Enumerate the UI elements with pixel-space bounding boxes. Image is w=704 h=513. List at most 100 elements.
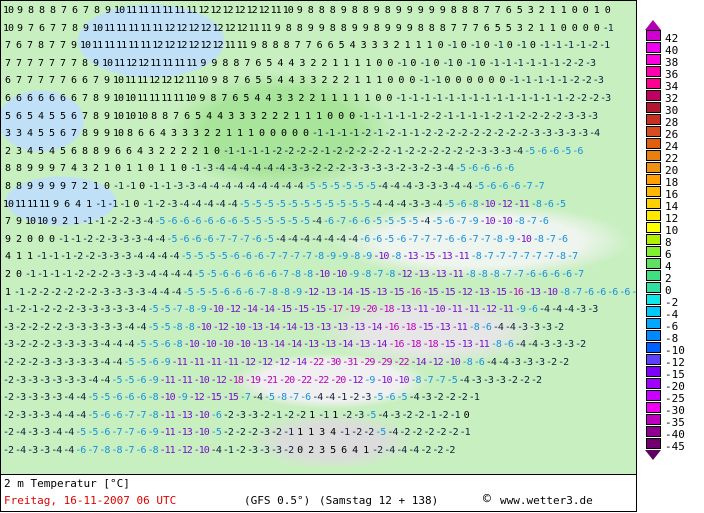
temperature-value: 10 [282,5,294,16]
temperature-value: -11 [473,339,490,351]
legend-swatch [646,210,661,221]
temperature-value: 3 [382,40,389,52]
temperature-value: -3 [87,357,98,368]
legend-label: 40 [665,44,679,57]
temperature-value: -3 [184,181,195,192]
temperature-value: 0 [327,110,333,122]
temperature-value: -7 [276,251,288,263]
temperature-value: 9 [37,163,44,175]
temperature-value: -7 [500,269,512,280]
temperature-value: -5 [250,198,262,210]
temperature-value: -4 [99,374,110,386]
temperature-value: -2 [322,163,334,175]
temperature-value: -2 [94,233,105,245]
temperature-value: -3 [134,286,145,298]
website-link[interactable]: www.wetter3.de [500,494,593,507]
temperature-value: 8 [81,128,88,140]
temperature-value: 12 [152,40,163,52]
temperature-value: -17 [327,304,343,316]
temperature-value: 11 [270,5,282,16]
temperature-value: 11 [125,75,136,87]
map-footer: 2 m Temperatur [°C] Freitag, 16-11-2007 … [0,475,637,512]
temperature-value: 0 [571,5,578,16]
temperature-value: 0 [26,233,33,245]
temperature-value: 8 [210,93,216,104]
temperature-value: 4 [206,110,212,122]
temperature-value: -1 [160,181,171,192]
temperature-value: -2 [490,110,502,122]
temperature-value: 6 [341,445,347,456]
temperature-value: -3 [534,357,545,368]
temperature-value: -4 [238,163,249,175]
temperature-value: -3 [39,357,50,368]
temperature-value: -6 [217,269,229,280]
temperature-value: -6 [111,392,122,404]
temperature-value: -3 [488,145,499,157]
temperature-value: 8 [307,5,314,16]
temperature-value: -5 [238,216,250,228]
temperature-value: 2 [191,145,198,157]
temperature-value: -13 [354,339,370,351]
legend-label: -10 [665,344,685,357]
temperature-value: -30 [325,357,341,368]
temperature-value: 4 [288,57,294,69]
temperature-value: -29 [359,357,375,368]
temperature-value: -5 [147,304,159,316]
temperature-value: 11 [140,22,151,34]
temperature-value: -9 [337,251,348,263]
legend-label: 10 [665,224,679,237]
temperature-value: -2 [444,445,455,456]
temperature-value: 8 [329,22,336,34]
temperature-value: -6 [509,181,521,192]
temperature-value: 6 [125,145,132,157]
temperature-value: -4 [158,286,170,298]
temperature-value: -4 [226,163,237,175]
temperature-value: -2 [3,392,14,404]
temperature-value: 1 [308,427,314,439]
temperature-value: -4 [312,392,323,404]
temperature-value: 5 [494,22,501,34]
temperature-value: -2 [418,110,429,122]
temperature-value: -12 [212,321,229,333]
temperature-value: -4 [431,198,442,210]
temperature-value: -3 [541,321,552,333]
temperature-value: -4 [589,128,600,140]
temperature-value: -5 [87,409,98,421]
temperature-value: -5 [210,427,222,439]
temperature-value: -13 [332,321,348,333]
temperature-value: 11 [126,5,137,16]
temperature-value: -4 [458,374,470,386]
temperature-value: 1 [158,163,165,175]
temperature-value: -4 [408,392,420,404]
temperature-value: -3 [202,163,213,175]
temperature-value: -15 [419,251,435,263]
temperature-value: -3 [87,321,98,333]
temperature-value: 11 [140,40,151,52]
temperature-value: 1 [593,5,600,16]
temperature-value: -6 [300,392,311,404]
temperature-value: -14 [366,321,382,333]
temperature-value: -2 [432,128,444,140]
temperature-value: -6 [123,392,134,404]
legend-swatch [646,402,661,413]
legend-swatch [646,186,661,197]
temperature-value: -7 [525,216,537,228]
temperature-value: 12 [188,40,199,52]
temperature-value: -1 [48,251,59,263]
temperature-value: 2 [272,110,278,122]
temperature-value: 1 [353,93,359,104]
legend-label: 14 [665,200,679,213]
temperature-value: 8 [318,5,325,16]
temperature-value: -1 [394,110,405,122]
temperature-value: 0 [593,22,600,34]
temperature-value: -6 [230,286,242,298]
temperature-value: 7 [233,75,239,87]
temperature-value: -8 [183,304,195,316]
temperature-value: 8 [283,40,290,52]
temperature-value: 8 [92,110,99,122]
temperature-value: -10 [193,409,210,421]
temperature-value: -6 [214,216,226,228]
temperature-value: -15 [276,304,292,316]
temperature-value: -1 [466,110,478,122]
temperature-value: 5 [48,110,55,122]
